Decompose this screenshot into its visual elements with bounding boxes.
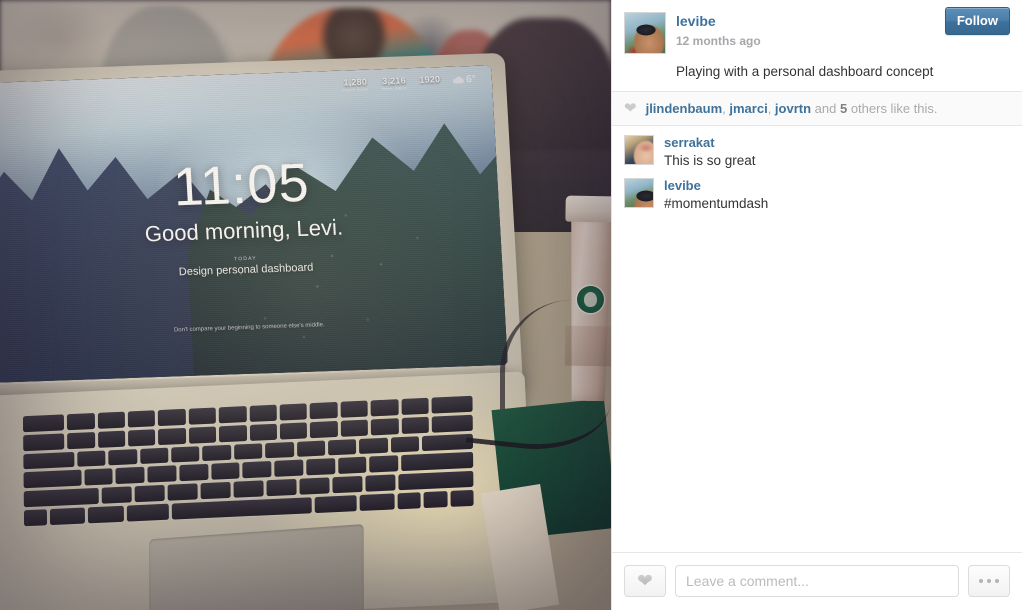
post-photo[interactable]: 1,280 STEPS TODAY 3,216 EMAIL INBOX 1920 [0, 0, 611, 610]
cup-sleeve [564, 325, 611, 367]
starbucks-cup [562, 195, 611, 402]
photo-stage: 1,280 STEPS TODAY 3,216 EMAIL INBOX 1920 [0, 0, 611, 610]
comment-item: levibe #momentumdash [624, 178, 1010, 213]
commenter-username-link[interactable]: serrakat [664, 135, 1010, 150]
comment-text: This is so great [664, 153, 756, 168]
comment-body: serrakat This is so great [664, 135, 1010, 170]
dashboard-stat: 1,280 STEPS TODAY [342, 76, 370, 93]
heart-icon: ❤ [637, 570, 653, 592]
commenter-avatar[interactable] [624, 178, 654, 208]
post-sidebar: levibe 12 months ago Playing with a pers… [611, 0, 1022, 610]
stat-value: 1,280 [343, 76, 368, 88]
laptop-keyboard [22, 395, 474, 527]
heart-icon: ❤ [624, 100, 637, 117]
comment-text: #momentumdash [664, 196, 769, 211]
ellipsis-icon-dot [995, 579, 999, 583]
ellipsis-icon-dot [987, 579, 991, 583]
stat-value: 3,216 [381, 75, 407, 87]
cup-lid [565, 195, 611, 223]
comments-list: serrakat This is so great levibe #moment… [612, 126, 1022, 552]
liker-name[interactable]: jovrtn [775, 101, 811, 116]
likes-and-text: and [811, 101, 840, 116]
stat-label: EMAIL INBOX [381, 86, 407, 92]
stat-label: STEPS TODAY [342, 87, 370, 93]
comment-body: levibe #momentumdash [664, 178, 1010, 213]
comment-item: serrakat This is so great [624, 135, 1010, 170]
dashboard-quote: Don't compare your beginning to someone … [173, 322, 325, 334]
post-header: levibe 12 months ago Playing with a pers… [612, 0, 1022, 91]
laptop-trackpad [149, 523, 364, 610]
ellipsis-icon-dot [979, 579, 983, 583]
laptop-lid: 1,280 STEPS TODAY 3,216 EMAIL INBOX 1920 [0, 52, 524, 412]
more-options-button[interactable] [968, 565, 1010, 597]
dashboard-stat: 3,216 EMAIL INBOX [381, 75, 407, 92]
likers-text: jlindenbaum, jmarci, jovrtn and 5 others… [646, 101, 938, 116]
liker-separator: , [767, 101, 775, 116]
weather-temp: 6° [465, 73, 477, 86]
follow-button[interactable]: Follow [944, 7, 1010, 35]
instagram-post-page: 1,280 STEPS TODAY 3,216 EMAIL INBOX 1920 [0, 0, 1022, 610]
stat-value: 1920 [419, 74, 441, 85]
likes-others-suffix: others like this. [847, 101, 938, 116]
commenter-avatar[interactable] [624, 135, 654, 165]
liker-name[interactable]: jmarci [729, 101, 767, 116]
post-timestamp: 12 months ago [676, 34, 761, 48]
comment-composer: ❤ [612, 552, 1022, 610]
dashboard-stat: 1920 [419, 74, 441, 85]
comment-input[interactable] [675, 565, 959, 597]
laptop-base [0, 371, 535, 610]
dashboard-weather: 6° [453, 74, 476, 86]
dashboard-stats: 1,280 STEPS TODAY 3,216 EMAIL INBOX 1920 [342, 74, 477, 93]
liker-name[interactable]: jlindenbaum [646, 101, 723, 116]
likes-bar: ❤ jlindenbaum, jmarci, jovrtn and 5 othe… [612, 91, 1022, 126]
cloud-icon [453, 76, 464, 83]
laptop-screen: 1,280 STEPS TODAY 3,216 EMAIL INBOX 1920 [0, 65, 508, 383]
author-avatar[interactable] [624, 12, 666, 54]
momentum-dashboard: 1,280 STEPS TODAY 3,216 EMAIL INBOX 1920 [0, 65, 508, 382]
post-caption: Playing with a personal dashboard concep… [676, 64, 934, 79]
commenter-username-link[interactable]: levibe [664, 178, 1010, 193]
like-button[interactable]: ❤ [624, 565, 666, 597]
